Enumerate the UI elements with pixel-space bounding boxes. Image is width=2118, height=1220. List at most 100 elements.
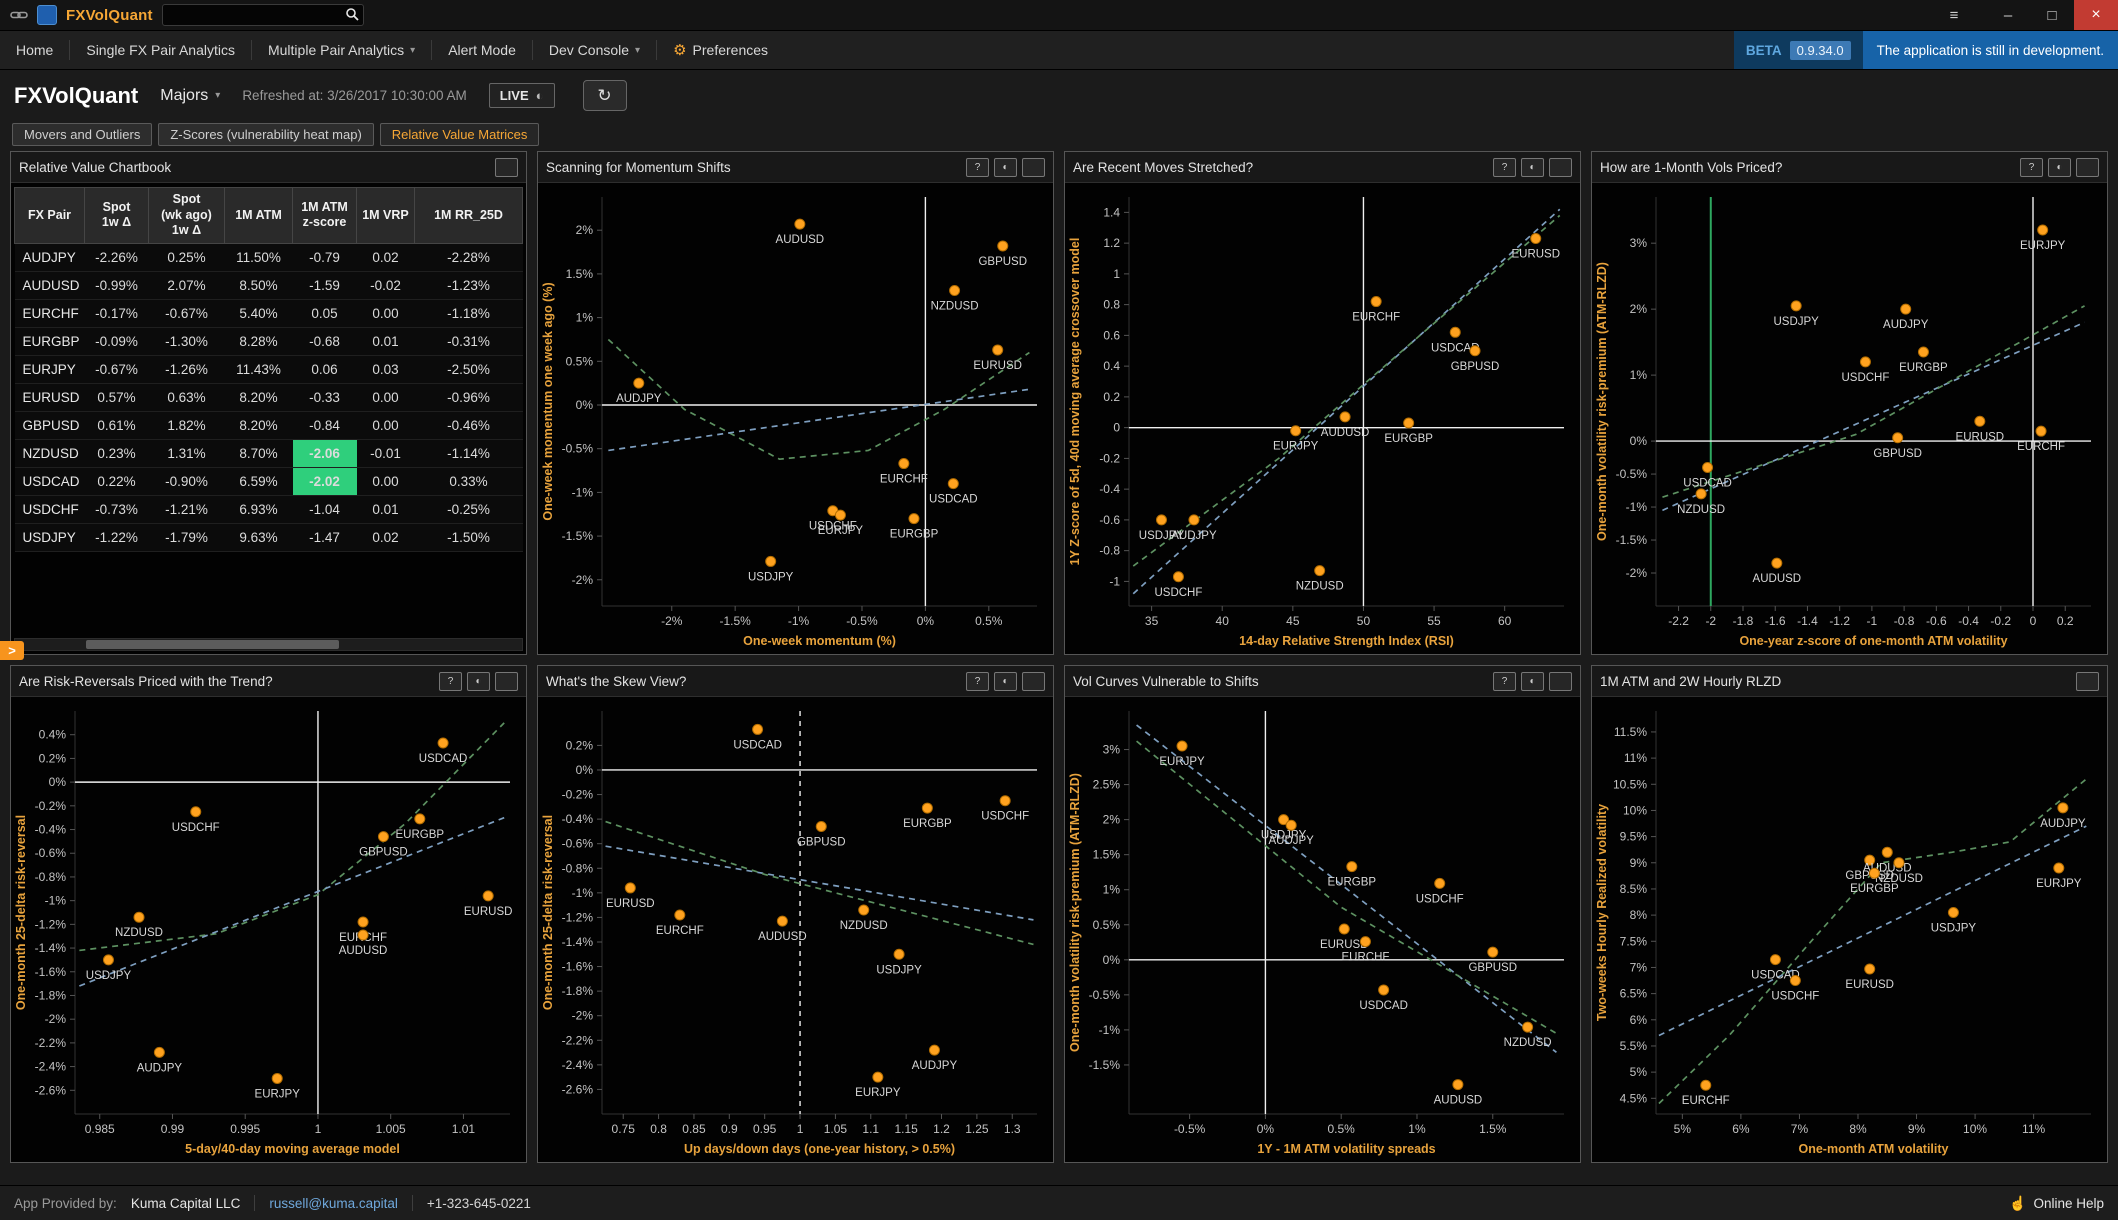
point-EURGBP[interactable] bbox=[1918, 347, 1928, 357]
menu-item-single-fx-pair-analytics[interactable]: Single FX Pair Analytics bbox=[70, 31, 251, 69]
table-row[interactable]: EURCHF-0.17%-0.67%5.40%0.050.00-1.18% bbox=[15, 299, 523, 327]
point-EURUSD[interactable] bbox=[1531, 234, 1541, 244]
maximize-panel-icon[interactable] bbox=[2076, 672, 2099, 691]
point-NZDUSD[interactable] bbox=[1894, 858, 1904, 868]
point-AUDJPY[interactable] bbox=[1901, 304, 1911, 314]
point-EURUSD[interactable] bbox=[993, 345, 1003, 355]
column-header[interactable]: 1M ATM bbox=[225, 188, 293, 244]
contrast-icon[interactable]: ◐ bbox=[994, 158, 1017, 177]
point-USDJPY[interactable] bbox=[1156, 515, 1166, 525]
point-USDCAD[interactable] bbox=[438, 738, 448, 748]
point-USDCHF[interactable] bbox=[1790, 976, 1800, 986]
maximize-panel-icon[interactable] bbox=[1549, 672, 1572, 691]
search-input[interactable] bbox=[162, 4, 364, 26]
point-EURGBP[interactable] bbox=[922, 803, 932, 813]
point-NZDUSD[interactable] bbox=[1315, 566, 1325, 576]
search-icon[interactable] bbox=[345, 7, 359, 26]
contrast-icon[interactable]: ◐ bbox=[994, 672, 1017, 691]
point-USDCAD[interactable] bbox=[1450, 327, 1460, 337]
table-row[interactable]: NZDUSD0.23%1.31%8.70%-2.06-0.01-1.14% bbox=[15, 439, 523, 467]
column-header[interactable]: 1M RR_25D bbox=[415, 188, 523, 244]
contrast-icon[interactable]: ◐ bbox=[1521, 158, 1544, 177]
scrollbar-thumb[interactable] bbox=[86, 640, 340, 649]
point-USDJPY[interactable] bbox=[1791, 301, 1801, 311]
point-NZDUSD[interactable] bbox=[134, 912, 144, 922]
contrast-icon[interactable]: ◐ bbox=[467, 672, 490, 691]
point-USDCAD[interactable] bbox=[948, 479, 958, 489]
point-GBPUSD[interactable] bbox=[1488, 947, 1498, 957]
column-header[interactable]: 1M VRP bbox=[357, 188, 415, 244]
point-USDCHF[interactable] bbox=[1435, 878, 1445, 888]
menu-item-preferences[interactable]: ⚙Preferences bbox=[657, 31, 784, 69]
point-EURJPY[interactable] bbox=[2038, 225, 2048, 235]
tab-movers-and-outliers[interactable]: Movers and Outliers bbox=[12, 123, 152, 146]
point-EURGBP[interactable] bbox=[415, 814, 425, 824]
help-icon[interactable]: ? bbox=[439, 672, 462, 691]
live-toggle[interactable]: LIVE ◐ bbox=[489, 83, 555, 108]
point-USDJPY[interactable] bbox=[103, 955, 113, 965]
point-USDCHF[interactable] bbox=[1860, 357, 1870, 367]
point-EURGBP[interactable] bbox=[1404, 418, 1414, 428]
help-icon[interactable]: ? bbox=[966, 672, 989, 691]
point-EURGBP[interactable] bbox=[1869, 868, 1879, 878]
point-USDCAD[interactable] bbox=[753, 724, 763, 734]
side-panel-toggle[interactable]: > bbox=[0, 641, 24, 660]
point-AUDUSD[interactable] bbox=[777, 916, 787, 926]
point-AUDUSD[interactable] bbox=[1453, 1080, 1463, 1090]
table-row[interactable]: USDCAD0.22%-0.90%6.59%-2.020.000.33% bbox=[15, 467, 523, 495]
email-link[interactable]: russell@kuma.capital bbox=[269, 1196, 398, 1211]
table-row[interactable]: AUDJPY-2.26%0.25%11.50%-0.790.02-2.28% bbox=[15, 243, 523, 271]
point-USDCHF[interactable] bbox=[1173, 572, 1183, 582]
point-EURJPY[interactable] bbox=[1291, 426, 1301, 436]
point-AUDUSD[interactable] bbox=[1882, 847, 1892, 857]
table-row[interactable]: AUDUSD-0.99%2.07%8.50%-1.59-0.02-1.23% bbox=[15, 271, 523, 299]
point-NZDUSD[interactable] bbox=[1696, 489, 1706, 499]
point-EURCHF[interactable] bbox=[899, 459, 909, 469]
point-EURGBP[interactable] bbox=[909, 514, 919, 524]
point-GBPUSD[interactable] bbox=[378, 832, 388, 842]
point-EURGBP[interactable] bbox=[1347, 862, 1357, 872]
menu-item-dev-console[interactable]: Dev Console▾ bbox=[533, 31, 656, 69]
point-EURJPY[interactable] bbox=[835, 510, 845, 520]
column-header[interactable]: FX Pair bbox=[15, 188, 85, 244]
point-AUDUSD[interactable] bbox=[795, 219, 805, 229]
minimize-button[interactable]: – bbox=[1986, 0, 2030, 30]
point-AUDJPY[interactable] bbox=[1286, 820, 1296, 830]
point-USDCAD[interactable] bbox=[1379, 985, 1389, 995]
column-header[interactable]: 1M ATM z-score bbox=[293, 188, 357, 244]
point-EURCHF[interactable] bbox=[1360, 937, 1370, 947]
point-NZDUSD[interactable] bbox=[859, 905, 869, 915]
point-USDJPY[interactable] bbox=[766, 556, 776, 566]
maximize-button[interactable]: □ bbox=[2030, 0, 2074, 30]
maximize-panel-icon[interactable] bbox=[2076, 158, 2099, 177]
point-AUDUSD[interactable] bbox=[1772, 558, 1782, 568]
point-EURCHF[interactable] bbox=[675, 910, 685, 920]
menu-item-alert-mode[interactable]: Alert Mode bbox=[432, 31, 532, 69]
table-row[interactable]: EURGBP-0.09%-1.30%8.28%-0.680.01-0.31% bbox=[15, 327, 523, 355]
point-USDCHF[interactable] bbox=[1000, 796, 1010, 806]
maximize-panel-icon[interactable] bbox=[1022, 158, 1045, 177]
point-USDCAD[interactable] bbox=[1770, 955, 1780, 965]
point-EURJPY[interactable] bbox=[272, 1073, 282, 1083]
hamburger-menu-icon[interactable]: ≡ bbox=[1932, 0, 1976, 30]
refresh-button[interactable]: ↻ bbox=[583, 80, 627, 111]
column-header[interactable]: Spot 1w Δ bbox=[85, 188, 149, 244]
point-EURUSD[interactable] bbox=[1865, 964, 1875, 974]
point-AUDUSD[interactable] bbox=[358, 930, 368, 940]
contrast-icon[interactable]: ◐ bbox=[1521, 672, 1544, 691]
tab-z-scores-vulnerability-heat-map-[interactable]: Z-Scores (vulnerability heat map) bbox=[158, 123, 373, 146]
point-EURCHF[interactable] bbox=[1701, 1080, 1711, 1090]
point-AUDJPY[interactable] bbox=[634, 378, 644, 388]
point-GBPUSD[interactable] bbox=[816, 821, 826, 831]
table-row[interactable]: GBPUSD0.61%1.82%8.20%-0.840.00-0.46% bbox=[15, 411, 523, 439]
point-EURUSD[interactable] bbox=[1339, 924, 1349, 934]
point-GBPUSD[interactable] bbox=[998, 241, 1008, 251]
table-row[interactable]: USDJPY-1.22%-1.79%9.63%-1.470.02-1.50% bbox=[15, 523, 523, 551]
point-EURCHF[interactable] bbox=[1371, 297, 1381, 307]
tab-relative-value-matrices[interactable]: Relative Value Matrices bbox=[380, 123, 540, 146]
help-icon[interactable]: ? bbox=[2020, 158, 2043, 177]
maximize-panel-icon[interactable] bbox=[495, 672, 518, 691]
maximize-panel-icon[interactable] bbox=[1022, 672, 1045, 691]
online-help-button[interactable]: ☝ Online Help bbox=[2009, 1195, 2104, 1212]
help-icon[interactable]: ? bbox=[966, 158, 989, 177]
